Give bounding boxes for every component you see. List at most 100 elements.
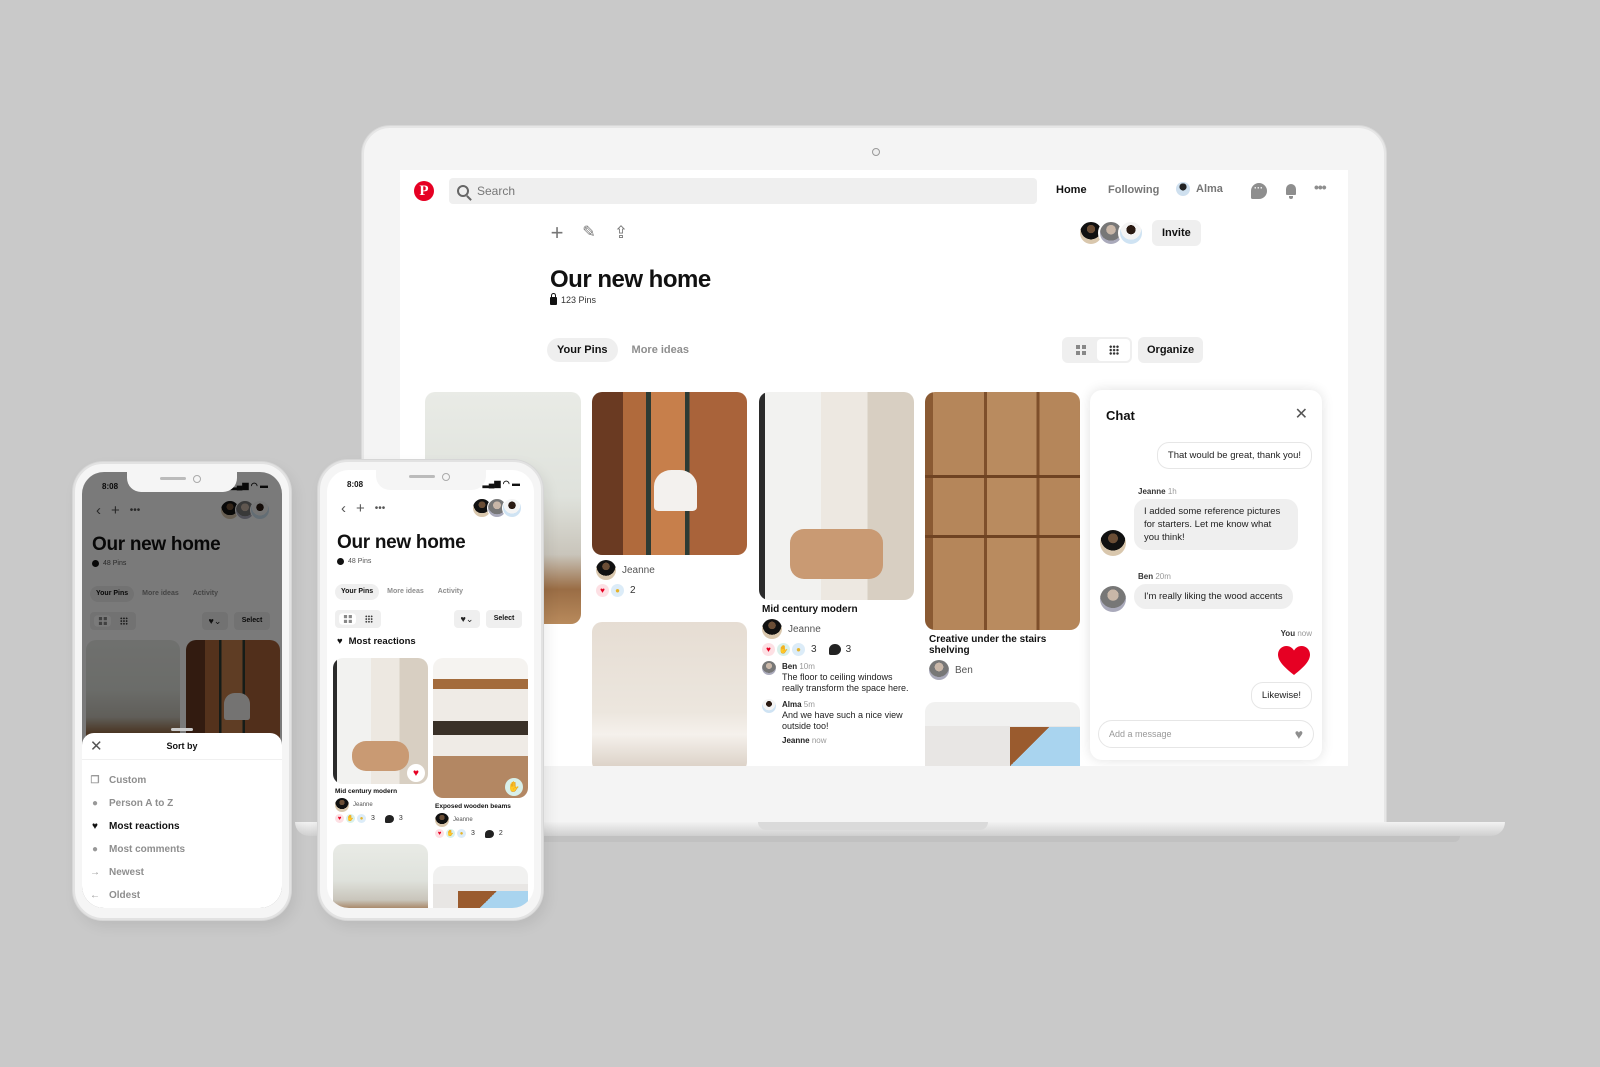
pin-author[interactable]: Jeanne — [762, 619, 912, 639]
author-name: Ben — [955, 664, 973, 676]
organize-button[interactable]: Organize — [1138, 337, 1204, 363]
search-bar[interactable] — [449, 178, 1037, 204]
avatar-alma[interactable] — [1118, 220, 1144, 246]
pin-image[interactable] — [925, 702, 1080, 766]
messages-icon[interactable] — [1251, 183, 1267, 199]
grid-large-button[interactable] — [1064, 339, 1097, 361]
grid-compact-button[interactable] — [1097, 339, 1130, 361]
sort-option-person[interactable]: ● Person A to Z — [90, 792, 185, 815]
collaborators — [472, 498, 522, 518]
sort-option-most-comments[interactable]: ● Most comments — [90, 838, 185, 861]
add-plus-icon[interactable]: + — [356, 500, 365, 517]
comment-count: 3 — [845, 644, 852, 655]
chat-message-incoming: I added some reference pictures for star… — [1134, 499, 1298, 550]
nav-home[interactable]: Home — [1056, 184, 1087, 196]
sort-option-newest[interactable]: → Newest — [90, 861, 185, 884]
add-plus-icon[interactable]: + — [548, 222, 566, 244]
comment-icon — [828, 644, 841, 655]
heart-reaction-icon: ♥ — [435, 829, 444, 838]
chat-input-box[interactable]: ♥ — [1098, 720, 1314, 748]
pin-title[interactable]: Creative under the stairs shelving — [929, 634, 1079, 656]
sender-time: now — [1297, 629, 1312, 638]
comment-author: Ben — [782, 662, 798, 671]
pin-author[interactable]: Jeanne — [435, 813, 527, 827]
divider — [82, 759, 282, 760]
nav-following[interactable]: Following — [1108, 184, 1159, 196]
pin-meta: Jeanne ♥ ● 2 — [596, 560, 655, 597]
avatar-alma[interactable] — [502, 498, 522, 518]
board-title: Our new home — [550, 266, 711, 293]
reactions[interactable]: ♥ ● 2 — [596, 584, 655, 597]
pin-title[interactable]: Exposed wooden beams — [435, 803, 527, 811]
tab-activity[interactable]: Activity — [432, 584, 469, 600]
sender-name: You — [1280, 629, 1296, 638]
pin-image[interactable] — [759, 392, 914, 600]
sort-option-most-reactions[interactable]: ♥ Most reactions — [90, 815, 185, 838]
close-icon[interactable]: ✕ — [1295, 404, 1308, 424]
pin-image[interactable] — [433, 866, 528, 908]
sort-option-oldest[interactable]: ← Oldest — [90, 884, 185, 907]
tab-your-pins[interactable]: Your Pins — [547, 338, 618, 362]
notifications-bell-icon[interactable] — [1283, 183, 1299, 199]
grid-large-button[interactable] — [339, 613, 356, 625]
comment: Ben 10m The floor to ceiling windows rea… — [762, 661, 912, 694]
tab-more-ideas[interactable]: More ideas — [622, 338, 699, 362]
pin-author[interactable]: Jeanne — [596, 560, 655, 580]
option-label: Person A to Z — [109, 798, 174, 809]
comment-count: 2 — [498, 830, 503, 837]
comment-icon: ● — [91, 844, 99, 855]
sender-name: Ben — [1138, 572, 1154, 581]
tab-your-pins[interactable]: Your Pins — [335, 584, 380, 600]
lock-icon — [337, 558, 344, 565]
message-input[interactable] — [1109, 729, 1295, 739]
tab-more-ideas[interactable]: More ideas — [381, 584, 430, 600]
sort-option-custom[interactable]: ❐ Custom — [90, 769, 185, 792]
arrow-left-icon: ← — [90, 890, 100, 901]
top-nav: P Home Following Alma ••• — [400, 170, 1348, 212]
select-button[interactable]: Select — [486, 610, 522, 628]
back-chevron-icon[interactable]: ‹ — [341, 500, 346, 517]
pin-image[interactable] — [925, 392, 1080, 630]
idea-reaction-icon: ● — [357, 814, 366, 823]
reactions[interactable]: ♥ ✋ ● 3 3 — [335, 814, 427, 823]
view-toggle — [335, 610, 381, 628]
comment-author: Jeanne — [782, 736, 810, 745]
heart-icon: ♥ — [337, 636, 343, 647]
pinterest-logo-icon[interactable]: P — [414, 181, 434, 201]
pin-meta: Exposed wooden beams Jeanne ♥ ✋ ● 3 2 — [435, 803, 527, 838]
reactions[interactable]: ♥ ✋ ● 3 2 — [435, 829, 527, 838]
pin-image[interactable] — [592, 622, 747, 766]
section-header: ♥ Most reactions — [337, 636, 416, 647]
grid-compact-button[interactable] — [360, 613, 377, 624]
comment-icon — [484, 829, 494, 838]
camera — [872, 148, 880, 156]
heart-send-icon[interactable]: ♥ — [1295, 726, 1303, 742]
author-name: Jeanne — [788, 623, 821, 635]
invite-button[interactable]: Invite — [1152, 220, 1201, 246]
pin-author[interactable]: Jeanne — [335, 798, 427, 812]
person-icon: ● — [91, 798, 99, 809]
share-upload-icon[interactable]: ⇪ — [612, 222, 630, 244]
heart-reaction-icon: ♥ — [335, 814, 344, 823]
chat-panel: Chat ✕ That would be great, thank you! J… — [1090, 390, 1322, 760]
lock-icon — [550, 293, 557, 305]
pin-image[interactable] — [592, 392, 747, 555]
drag-handle[interactable] — [171, 728, 193, 731]
edit-pencil-icon[interactable]: ✎ — [580, 222, 598, 244]
phone-notch — [127, 472, 237, 492]
pin-title[interactable]: Mid century modern — [762, 604, 912, 615]
avatar — [762, 661, 776, 675]
more-options-icon[interactable]: ••• — [1314, 179, 1330, 195]
pin-author[interactable]: Ben — [929, 660, 1079, 680]
profile-name: Alma — [1196, 183, 1223, 195]
reactions[interactable]: ♥ ✋ ● 3 3 — [762, 643, 912, 656]
search-input[interactable] — [477, 184, 977, 198]
pin-image[interactable] — [333, 844, 428, 908]
pin-title[interactable]: Mid century modern — [335, 788, 427, 796]
option-label: Newest — [109, 867, 145, 878]
pin-image[interactable] — [433, 658, 528, 798]
more-options-icon[interactable]: ••• — [375, 503, 386, 514]
avatar — [1176, 182, 1190, 196]
sort-dropdown[interactable]: ♥⌄ — [454, 610, 480, 628]
nav-profile[interactable]: Alma — [1176, 182, 1223, 196]
